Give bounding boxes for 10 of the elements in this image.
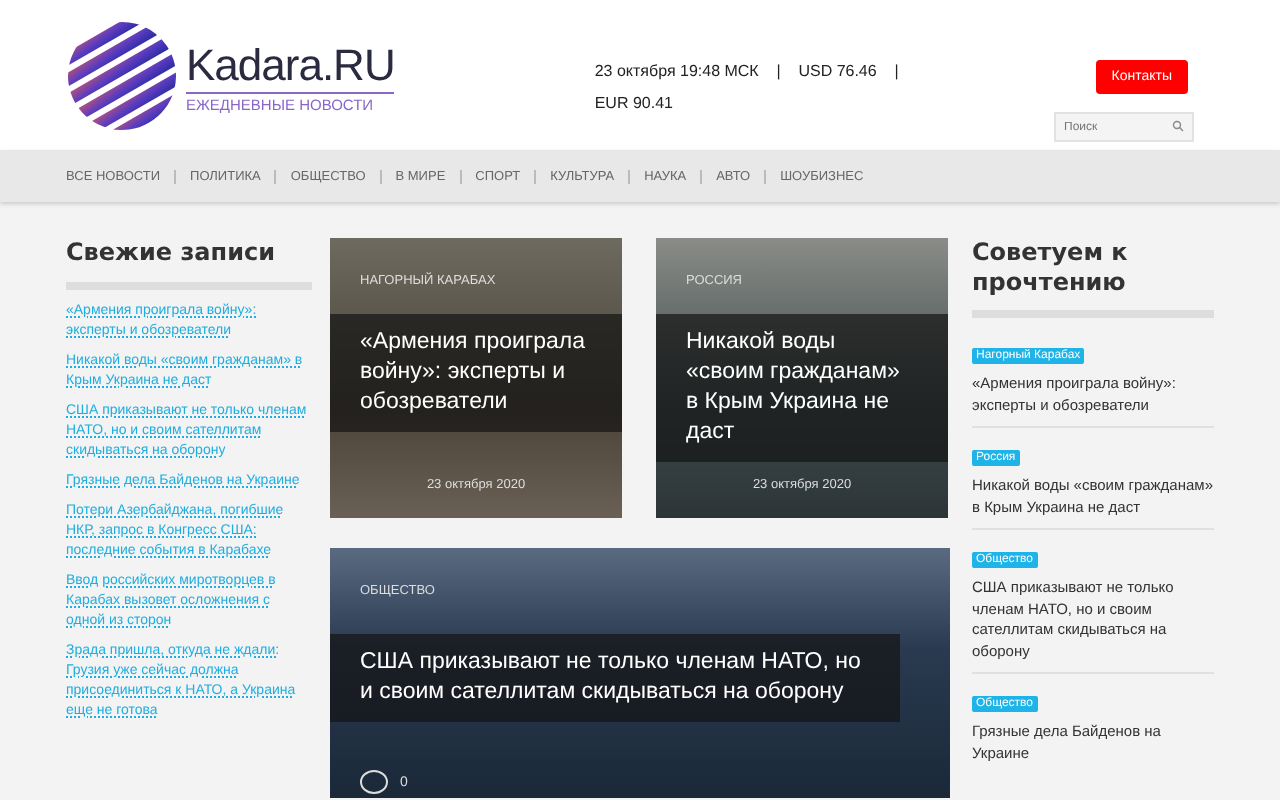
section-title: Свежие записи [66, 238, 277, 268]
search-icon[interactable] [1172, 120, 1184, 132]
card-title: Никакой воды «своим гражданам» в Крым Украина не даст [656, 314, 948, 462]
card-title: США приказывают не только членам НАТО, но и своим сателлитам скидываться на оборону [330, 634, 900, 722]
striped-globe-icon [66, 20, 178, 132]
site-logo-name[interactable]: Kadara.RU [186, 39, 395, 91]
card-title: «Армения проиграла войну»: эксперты и обозреватели [330, 314, 622, 432]
date-currency-info: 23 октября 19:48 МСК | USD 76.46 | EUR 90.41 [594, 60, 901, 116]
section-title: Советуем к прочтению [972, 238, 1130, 298]
comment-icon [360, 770, 388, 794]
